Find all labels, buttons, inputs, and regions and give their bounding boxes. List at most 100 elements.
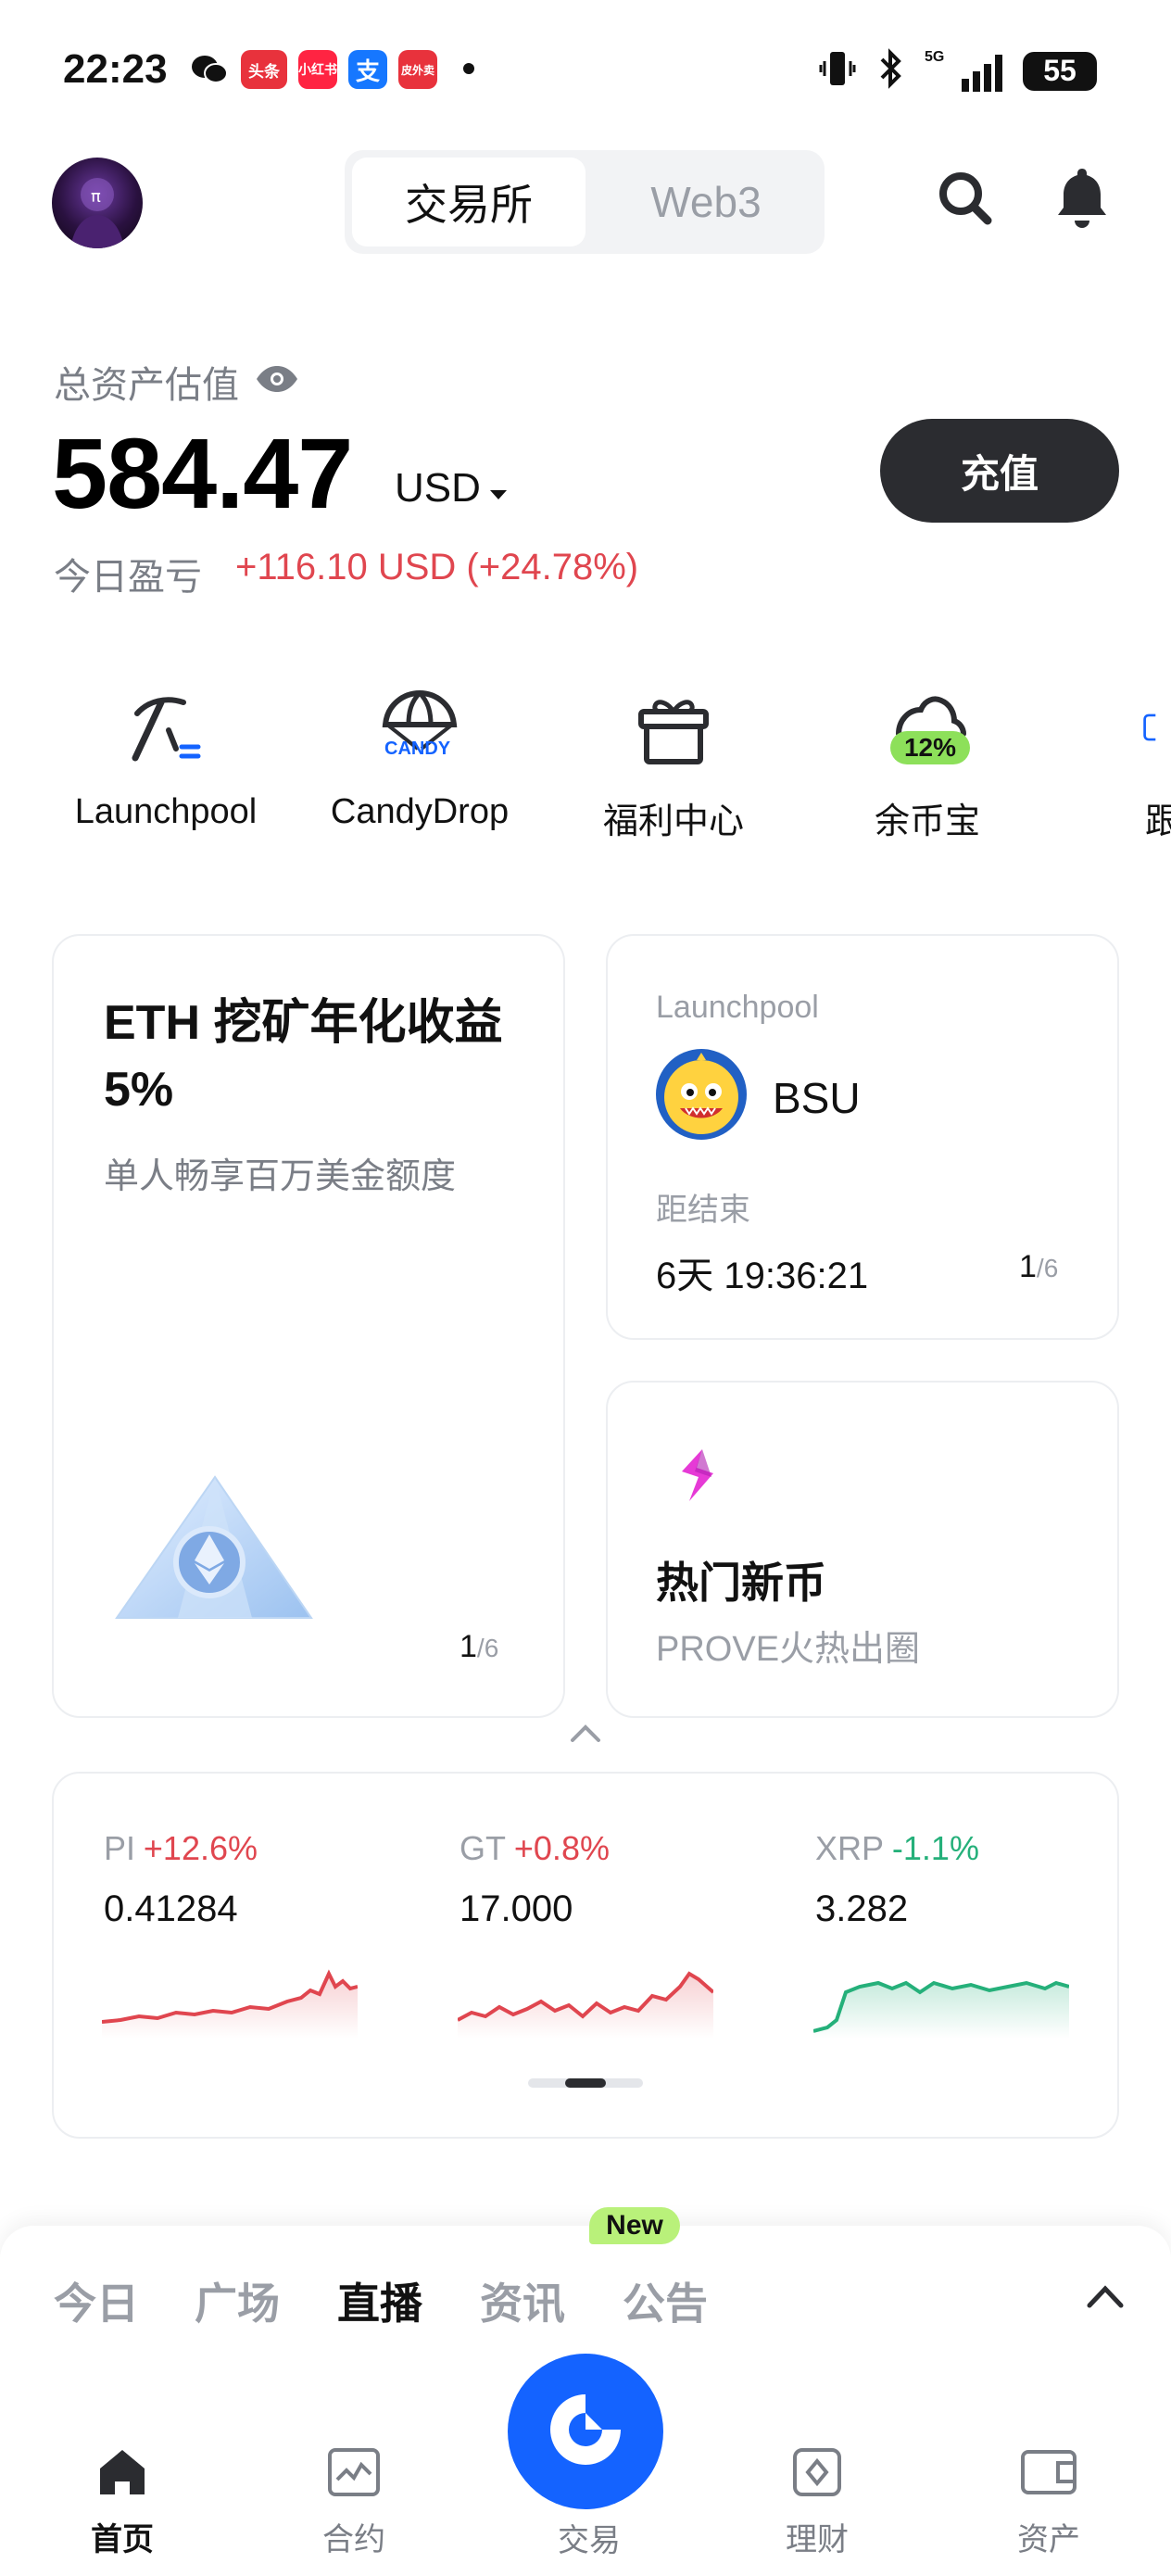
nav-label: 首页 [91, 2522, 154, 2557]
currency-label: USD [395, 465, 481, 511]
countdown-value: 6天 19:36:21 [656, 1256, 869, 1296]
food-app-icon: 皮外卖 [398, 50, 437, 89]
total-assets-value: 584.47 [52, 417, 353, 529]
quick-menu-launchpool[interactable]: Launchpool [50, 681, 282, 832]
ticker-price: 3.282 [815, 1888, 909, 1929]
chevron-up-icon[interactable] [567, 1722, 604, 1749]
quick-menu-label: Launchpool [74, 792, 258, 831]
ethereum-pyramid-icon [113, 1473, 317, 1626]
tab-exchange[interactable]: 交易所 [352, 158, 586, 246]
cloud-icon: 12% [881, 681, 974, 774]
toutiao-app-icon: 头条 [241, 50, 287, 89]
pickaxe-icon [120, 681, 212, 774]
nav-label: 资产 [1017, 2522, 1080, 2557]
pi-sparkline [102, 1969, 358, 2039]
launchpool-card-pager: 1/6 [1019, 1249, 1058, 1285]
quick-menu-label: 跟 [1145, 802, 1171, 841]
candy-badge: CANDY [384, 739, 451, 759]
nav-assets[interactable]: 资产 [975, 2446, 1123, 2559]
status-time: 22:23 [63, 46, 168, 92]
futures-chart-icon [326, 2446, 382, 2503]
ticker-gt[interactable]: GT +0.8% 17.000 [460, 1829, 610, 1930]
prove-token-icon [674, 1446, 723, 1511]
search-icon[interactable] [936, 169, 995, 233]
total-assets-label: 总资产估值 [54, 365, 239, 406]
copy-trade-icon [1065, 681, 1158, 774]
xrp-sparkline [813, 1980, 1069, 2039]
ticker-price: 0.41284 [104, 1888, 238, 1929]
hot-new-coins-title: 热门新币 [656, 1559, 826, 1607]
finance-icon [789, 2446, 845, 2503]
wallet-icon [1019, 2446, 1078, 2503]
eth-card-title-line1: ETH 挖矿年化收益 [104, 996, 503, 1050]
quick-menu-label: CandyDrop [330, 792, 510, 831]
nav-label: 交易 [558, 2523, 621, 2558]
bluetooth-icon [876, 48, 904, 94]
quick-menu-candydrop[interactable]: CANDY CandyDrop [304, 681, 535, 832]
nav-label: 合约 [322, 2522, 385, 2557]
quick-menu-copytrade[interactable]: 跟 [1065, 681, 1171, 843]
xiaohongshu-app-icon: 小红书 [298, 50, 337, 89]
daily-pnl-value: +116.10 USD (+24.78%) [235, 547, 639, 587]
tab-news[interactable]: 资讯 [480, 2270, 565, 2331]
tab-today[interactable]: 今日 [54, 2270, 139, 2331]
bell-icon[interactable] [1052, 165, 1112, 234]
quick-menu-label: 余币宝 [874, 802, 980, 841]
ticker-price: 17.000 [460, 1888, 573, 1929]
tab-announcements[interactable]: 公告 [623, 2270, 708, 2331]
caret-down-icon [488, 465, 509, 511]
launchpool-token-name: BSU [773, 1074, 861, 1122]
gt-sparkline [458, 1971, 713, 2039]
chevron-up-icon[interactable] [1086, 2283, 1125, 2314]
hot-new-coins-subtitle: PROVE火热出圈 [656, 1630, 921, 1669]
new-badge: New [589, 2207, 680, 2244]
nav-trade-label-wrap: 交易 [515, 2465, 663, 2560]
tab-web3[interactable]: Web3 [595, 158, 817, 246]
svg-text:π: π [91, 187, 101, 207]
bsu-logo-icon [656, 1049, 747, 1140]
nav-futures[interactable]: 合约 [280, 2446, 428, 2559]
deposit-button[interactable]: 充值 [880, 419, 1119, 523]
ticker-symbol: PI [104, 1829, 136, 1867]
ticker-change: +12.6% [143, 1829, 258, 1867]
ticker-change: +0.8% [513, 1829, 610, 1867]
nav-finance[interactable]: 理财 [743, 2446, 891, 2559]
avatar[interactable]: π [52, 158, 143, 248]
countdown-label: 距结束 [656, 1193, 750, 1228]
signal-icon: 5G [925, 48, 1002, 92]
daily-pnl-label: 今日盈亏 [54, 557, 202, 598]
status-indicators: 5G 55 [819, 48, 1097, 94]
eth-card-title: ETH 挖矿年化收益 5% [104, 990, 502, 1123]
quick-menu-welfare[interactable]: 福利中心 [558, 681, 789, 843]
gift-icon [627, 681, 720, 774]
total-assets-label-row: 总资产估值 [54, 355, 300, 409]
pager-current: 1 [1019, 1249, 1037, 1284]
earn-rate-badge: 12% [890, 731, 970, 764]
home-icon [94, 2446, 150, 2503]
currency-selector[interactable]: USD [395, 465, 509, 511]
nav-home[interactable]: 首页 [48, 2446, 196, 2559]
vibrate-icon [819, 48, 856, 94]
pager-total: /6 [1036, 1254, 1059, 1282]
alipay-app-icon: 支 [348, 50, 387, 89]
tab-square[interactable]: 广场 [195, 2270, 280, 2331]
candy-parachute-icon: CANDY [373, 681, 466, 774]
network-label: 5G [925, 48, 945, 65]
pager-total: /6 [476, 1634, 499, 1662]
ticker-pi[interactable]: PI +12.6% 0.41284 [104, 1829, 258, 1930]
nav-label: 理财 [786, 2522, 849, 2557]
pager-current: 1 [460, 1629, 477, 1664]
battery-indicator: 55 [1023, 51, 1097, 91]
eth-card-subtitle: 单人畅享百万美金额度 [104, 1157, 457, 1196]
eth-card-pager: 1/6 [460, 1629, 498, 1665]
quick-menu-label: 福利中心 [602, 802, 744, 841]
more-notifications-dot [463, 63, 474, 74]
tab-live[interactable]: 直播 [337, 2270, 422, 2331]
eye-icon[interactable] [254, 361, 300, 403]
ticker-page-indicator [528, 2078, 643, 2088]
ticker-xrp[interactable]: XRP -1.1% 3.282 [815, 1829, 979, 1930]
launchpool-card-label: Launchpool [656, 990, 819, 1025]
quick-menu-earn[interactable]: 12% 余币宝 [812, 681, 1043, 843]
eth-card-title-line2: 5% [104, 1063, 174, 1117]
exchange-web3-switch: 交易所 Web3 [345, 150, 825, 254]
